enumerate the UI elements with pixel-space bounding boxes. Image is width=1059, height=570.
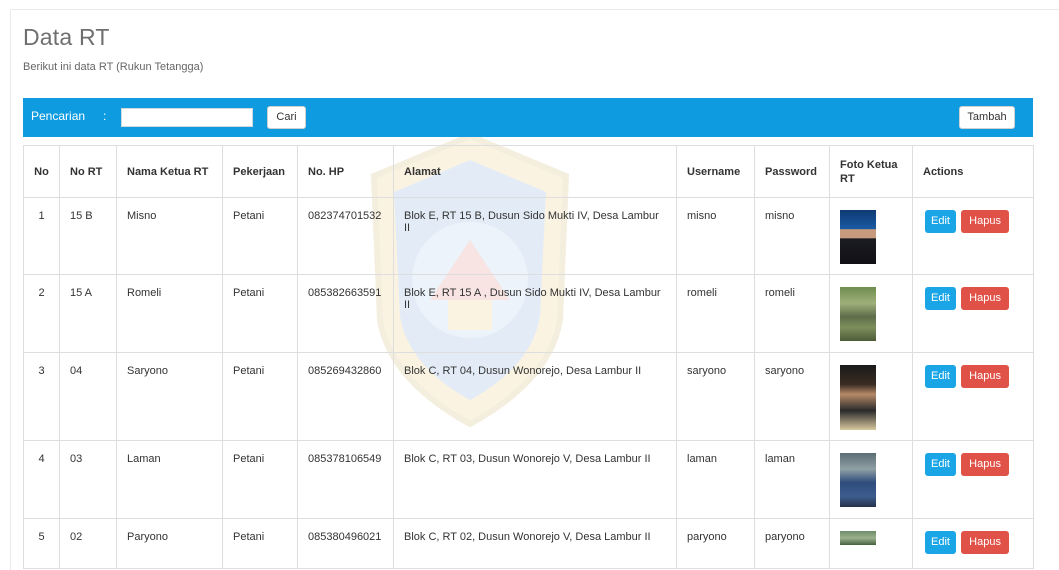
cell-photo — [829, 197, 913, 275]
delete-button[interactable]: Hapus — [961, 210, 1010, 233]
delete-button[interactable]: Hapus — [961, 453, 1010, 476]
cell-pekerjaan: Petani — [222, 197, 298, 275]
search-toolbar: Pencarian : Cari Tambah — [23, 98, 1033, 137]
cell-hp: 085378106549 — [297, 440, 394, 519]
cell-nama: Laman — [116, 440, 223, 519]
cell-alamat: Blok C, RT 03, Dusun Wonorejo V, Desa La… — [393, 440, 677, 519]
cell-password: saryono — [754, 352, 830, 441]
search-button[interactable]: Cari — [267, 106, 306, 129]
cell-pekerjaan: Petani — [222, 274, 298, 353]
cell-username: saryono — [676, 352, 755, 441]
cell-no-rt: 04 — [59, 352, 117, 441]
cell-password: romeli — [754, 274, 830, 353]
cell-no-rt: 02 — [59, 518, 117, 569]
cell-password: misno — [754, 197, 830, 275]
cell-no-rt: 03 — [59, 440, 117, 519]
page-subtitle: Berikut ini data RT (Rukun Tetangga) — [23, 61, 204, 73]
column-header-foto-ketua-rt[interactable]: Foto Ketua RT — [829, 145, 913, 198]
cell-alamat: Blok E, RT 15 A , Dusun Sido Mukti IV, D… — [393, 274, 677, 353]
cell-photo — [829, 518, 913, 569]
rt-leader-photo[interactable] — [840, 365, 876, 430]
column-header-actions: Actions — [912, 145, 1034, 198]
search-input[interactable] — [121, 108, 253, 127]
delete-button[interactable]: Hapus — [961, 531, 1010, 554]
cell-no: 2 — [23, 274, 60, 353]
rt-leader-photo[interactable] — [840, 531, 876, 545]
column-header-alamat[interactable]: Alamat — [393, 145, 677, 198]
cell-hp: 082374701532 — [297, 197, 394, 275]
column-header-nama-ketua-rt[interactable]: Nama Ketua RT — [116, 145, 223, 198]
cell-alamat: Blok C, RT 04, Dusun Wonorejo, Desa Lamb… — [393, 352, 677, 441]
column-header-no[interactable]: No — [23, 145, 60, 198]
cell-nama: Romeli — [116, 274, 223, 353]
cell-alamat: Blok E, RT 15 B, Dusun Sido Mukti IV, De… — [393, 197, 677, 275]
cell-username: romeli — [676, 274, 755, 353]
cell-username: misno — [676, 197, 755, 275]
cell-photo — [829, 352, 913, 441]
add-rt-button[interactable]: Tambah — [959, 106, 1015, 129]
rt-leader-photo[interactable] — [840, 287, 876, 341]
table-row: 5 02 Paryono Petani 085380496021 Blok C,… — [23, 518, 1034, 569]
table-row: 2 15 A Romeli Petani 085382663591 Blok E… — [23, 274, 1034, 353]
cell-actions: Edit Hapus — [912, 274, 1034, 353]
column-header-pekerjaan[interactable]: Pekerjaan — [222, 145, 298, 198]
cell-username: paryono — [676, 518, 755, 569]
table-row: 1 15 B Misno Petani 082374701532 Blok E,… — [23, 197, 1034, 275]
edit-button[interactable]: Edit — [925, 531, 956, 554]
table-row: 3 04 Saryono Petani 085269432860 Blok C,… — [23, 352, 1034, 441]
cell-actions: Edit Hapus — [912, 197, 1034, 275]
edit-button[interactable]: Edit — [925, 210, 956, 233]
cell-hp: 085382663591 — [297, 274, 394, 353]
search-label: Pencarian — [31, 109, 86, 123]
cell-no: 4 — [23, 440, 60, 519]
edit-button[interactable]: Edit — [925, 365, 956, 388]
column-header-username[interactable]: Username — [676, 145, 755, 198]
cell-pekerjaan: Petani — [222, 352, 298, 441]
rt-data-table: No No RT Nama Ketua RT Pekerjaan No. HP … — [23, 145, 1034, 569]
cell-no: 5 — [23, 518, 60, 569]
cell-pekerjaan: Petani — [222, 440, 298, 519]
cell-password: paryono — [754, 518, 830, 569]
cell-actions: Edit Hapus — [912, 440, 1034, 519]
cell-hp: 085269432860 — [297, 352, 394, 441]
cell-alamat: Blok C, RT 02, Dusun Wonorejo V, Desa La… — [393, 518, 677, 569]
cell-nama: Misno — [116, 197, 223, 275]
rt-leader-photo[interactable] — [840, 453, 876, 507]
cell-hp: 085380496021 — [297, 518, 394, 569]
page-title: Data RT — [23, 24, 110, 50]
cell-no: 1 — [23, 197, 60, 275]
delete-button[interactable]: Hapus — [961, 287, 1010, 310]
cell-no: 3 — [23, 352, 60, 441]
cell-nama: Paryono — [116, 518, 223, 569]
cell-actions: Edit Hapus — [912, 352, 1034, 441]
edit-button[interactable]: Edit — [925, 287, 956, 310]
cell-password: laman — [754, 440, 830, 519]
cell-photo — [829, 440, 913, 519]
column-header-password[interactable]: Password — [754, 145, 830, 198]
search-label-colon: : — [103, 109, 107, 123]
cell-pekerjaan: Petani — [222, 518, 298, 569]
column-header-no-hp[interactable]: No. HP — [297, 145, 394, 198]
table-header-row: No No RT Nama Ketua RT Pekerjaan No. HP … — [23, 145, 1034, 198]
table-row: 4 03 Laman Petani 085378106549 Blok C, R… — [23, 440, 1034, 519]
cell-nama: Saryono — [116, 352, 223, 441]
cell-no-rt: 15 A — [59, 274, 117, 353]
rt-leader-photo[interactable] — [840, 210, 876, 264]
cell-photo — [829, 274, 913, 353]
delete-button[interactable]: Hapus — [961, 365, 1010, 388]
cell-no-rt: 15 B — [59, 197, 117, 275]
cell-username: laman — [676, 440, 755, 519]
cell-actions: Edit Hapus — [912, 518, 1034, 569]
column-header-no-rt[interactable]: No RT — [59, 145, 117, 198]
edit-button[interactable]: Edit — [925, 453, 956, 476]
